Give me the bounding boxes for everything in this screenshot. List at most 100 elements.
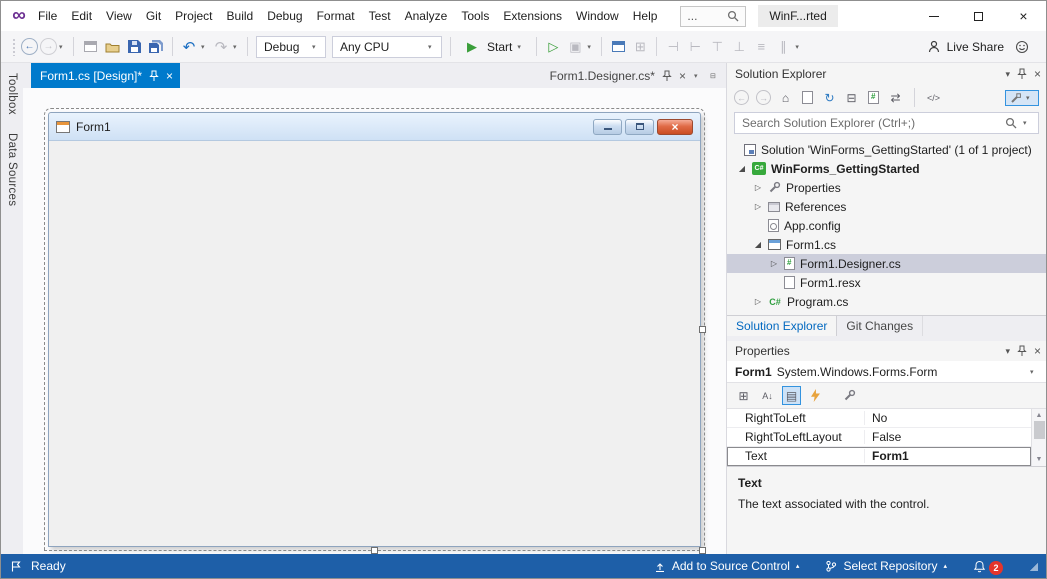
window-position-icon[interactable]: ▾ [1005,69,1010,80]
tree-item-project[interactable]: ◢ C# WinForms_GettingStarted [727,159,1046,178]
form-titlebar[interactable]: Form1 × [49,113,700,141]
tab-close-icon[interactable]: × [679,69,686,83]
switch-views-icon[interactable] [800,89,815,106]
alphabetical-sort-icon[interactable]: A↓ [758,386,777,405]
navigate-back-button[interactable]: ← [21,38,38,55]
window-layout-icon[interactable]: ⊟ [710,72,718,80]
tree-item-form1cs[interactable]: ◢ Form1.cs [727,235,1046,254]
scrollbar-thumb[interactable] [1034,421,1045,439]
redo-button[interactable]: ↷ [211,36,231,58]
navigation-dropdown-icon[interactable]: ▾ [59,43,67,51]
save-all-button[interactable] [146,36,166,58]
scroll-up-icon[interactable]: ▲ [1036,410,1043,421]
redo-dropdown-icon[interactable]: ▾ [233,43,241,51]
toolbox-tab[interactable]: Toolbox [6,73,18,115]
align-lefts-button[interactable]: ⊣ [663,36,683,58]
chevron-down-icon[interactable]: ▾ [587,43,595,51]
show-all-files-icon[interactable] [866,89,881,106]
home-icon[interactable]: ⌂ [778,89,793,106]
resize-grip-icon[interactable] [1029,562,1038,571]
events-icon[interactable] [806,386,825,405]
minimize-button[interactable] [911,1,956,31]
categorized-icon[interactable]: ⊞ [734,386,753,405]
designer-canvas[interactable]: Form1 × [23,88,726,554]
tree-item-references[interactable]: ▷ References [727,197,1046,216]
resize-handle-bottom[interactable] [371,547,378,554]
sync-with-active-document-icon[interactable]: ⇄ [888,89,903,106]
start-debugging-button[interactable]: ▶ Start ▾ [457,36,530,58]
git-changes-bottom-tab[interactable]: Git Changes [837,316,923,336]
align-bottoms-button[interactable]: ⊥ [729,36,749,58]
form-close-button[interactable]: × [657,119,693,135]
scrollbar[interactable]: ▲ ▼ [1031,409,1046,466]
window-position-icon[interactable]: ▾ [1005,346,1010,357]
tab-close-icon[interactable]: × [166,69,173,83]
properties-window-toggle[interactable]: ▾ [1005,90,1039,106]
add-to-source-control-button[interactable]: Add to Source Control ▴ [654,559,800,573]
align-rights-button[interactable]: ⊢ [685,36,705,58]
tree-item-programcs[interactable]: ▷ C# Program.cs [727,292,1046,311]
forward-icon[interactable]: → [756,90,771,105]
align-tops-button[interactable]: ⊤ [707,36,727,58]
search-options-icon[interactable]: ▾ [1023,119,1031,127]
quick-search-box[interactable]: ... [680,6,746,27]
expander-icon[interactable]: ◢ [753,240,763,249]
expander-icon[interactable]: ▷ [753,183,763,192]
view-code-button[interactable] [608,36,628,58]
menu-help[interactable]: Help [626,5,665,27]
expander-icon[interactable]: ▷ [753,297,763,306]
collapse-all-icon[interactable]: ⊟ [844,89,859,106]
property-pages-icon[interactable] [840,386,859,405]
solution-search-box[interactable]: Search Solution Explorer (Ctrl+;) ▾ [734,112,1039,134]
property-row-text[interactable]: Text Form1 [727,447,1031,466]
tree-item-appconfig[interactable]: App.config [727,216,1046,235]
select-repository-button[interactable]: Select Repository ▴ [825,559,947,573]
menu-test[interactable]: Test [362,5,398,27]
menu-git[interactable]: Git [139,5,168,27]
tree-item-form1-resx[interactable]: Form1.resx [727,273,1046,292]
data-sources-tab[interactable]: Data Sources [6,133,18,206]
navigate-forward-button[interactable]: → [40,38,57,55]
close-panel-icon[interactable]: × [1034,344,1041,358]
back-icon[interactable]: ← [734,90,749,105]
save-button[interactable] [124,36,144,58]
menu-format[interactable]: Format [310,5,362,27]
form-preview[interactable]: Form1 × [48,112,701,547]
menu-project[interactable]: Project [168,5,219,27]
close-button[interactable]: × [1001,1,1046,31]
tab-form1-design[interactable]: Form1.cs [Design]* × [31,63,180,88]
new-project-button[interactable] [80,36,100,58]
menu-window[interactable]: Window [569,5,626,27]
pin-icon[interactable] [1017,345,1027,357]
form-maximize-button[interactable] [625,119,654,135]
form-client-area[interactable] [49,141,700,546]
menu-analyze[interactable]: Analyze [398,5,455,27]
undo-button[interactable]: ↶ [179,36,199,58]
property-row-righttoleft[interactable]: RightToLeft No [727,409,1031,428]
notifications-button[interactable]: 2 [973,558,1003,575]
property-value[interactable]: No [865,411,1031,425]
menu-file[interactable]: File [31,5,64,27]
properties-view-icon[interactable]: ▤ [782,386,801,405]
undo-dropdown-icon[interactable]: ▾ [201,43,209,51]
resize-handle-corner[interactable] [699,547,706,554]
menu-view[interactable]: View [99,5,139,27]
tree-item-form1-designer[interactable]: ▷ Form1.Designer.cs [727,254,1046,273]
start-without-debugging-button[interactable]: ▷ [543,36,563,58]
pin-icon[interactable] [149,70,159,82]
property-value[interactable]: Form1 [865,449,1031,463]
show-grid-button[interactable]: ⊞ [630,36,650,58]
resize-handle-right[interactable] [699,326,706,333]
align-middles-button[interactable]: ≡ [751,36,771,58]
tree-item-solution[interactable]: Solution 'WinForms_GettingStarted' (1 of… [727,140,1046,159]
menu-tools[interactable]: Tools [454,5,496,27]
pin-icon[interactable] [1017,68,1027,80]
make-same-size-button[interactable]: ∥ [773,36,793,58]
solution-explorer-header[interactable]: Solution Explorer ▾ × [727,63,1046,85]
solution-configuration-dropdown[interactable]: Debug ▾ [256,36,326,58]
view-code-icon[interactable]: </> [926,89,941,106]
toolbar-overflow-icon[interactable]: ▾ [795,43,803,51]
send-feedback-button[interactable] [1012,36,1032,58]
solution-platform-dropdown[interactable]: Any CPU ▾ [332,36,442,58]
properties-header[interactable]: Properties ▾ × [727,341,1046,361]
